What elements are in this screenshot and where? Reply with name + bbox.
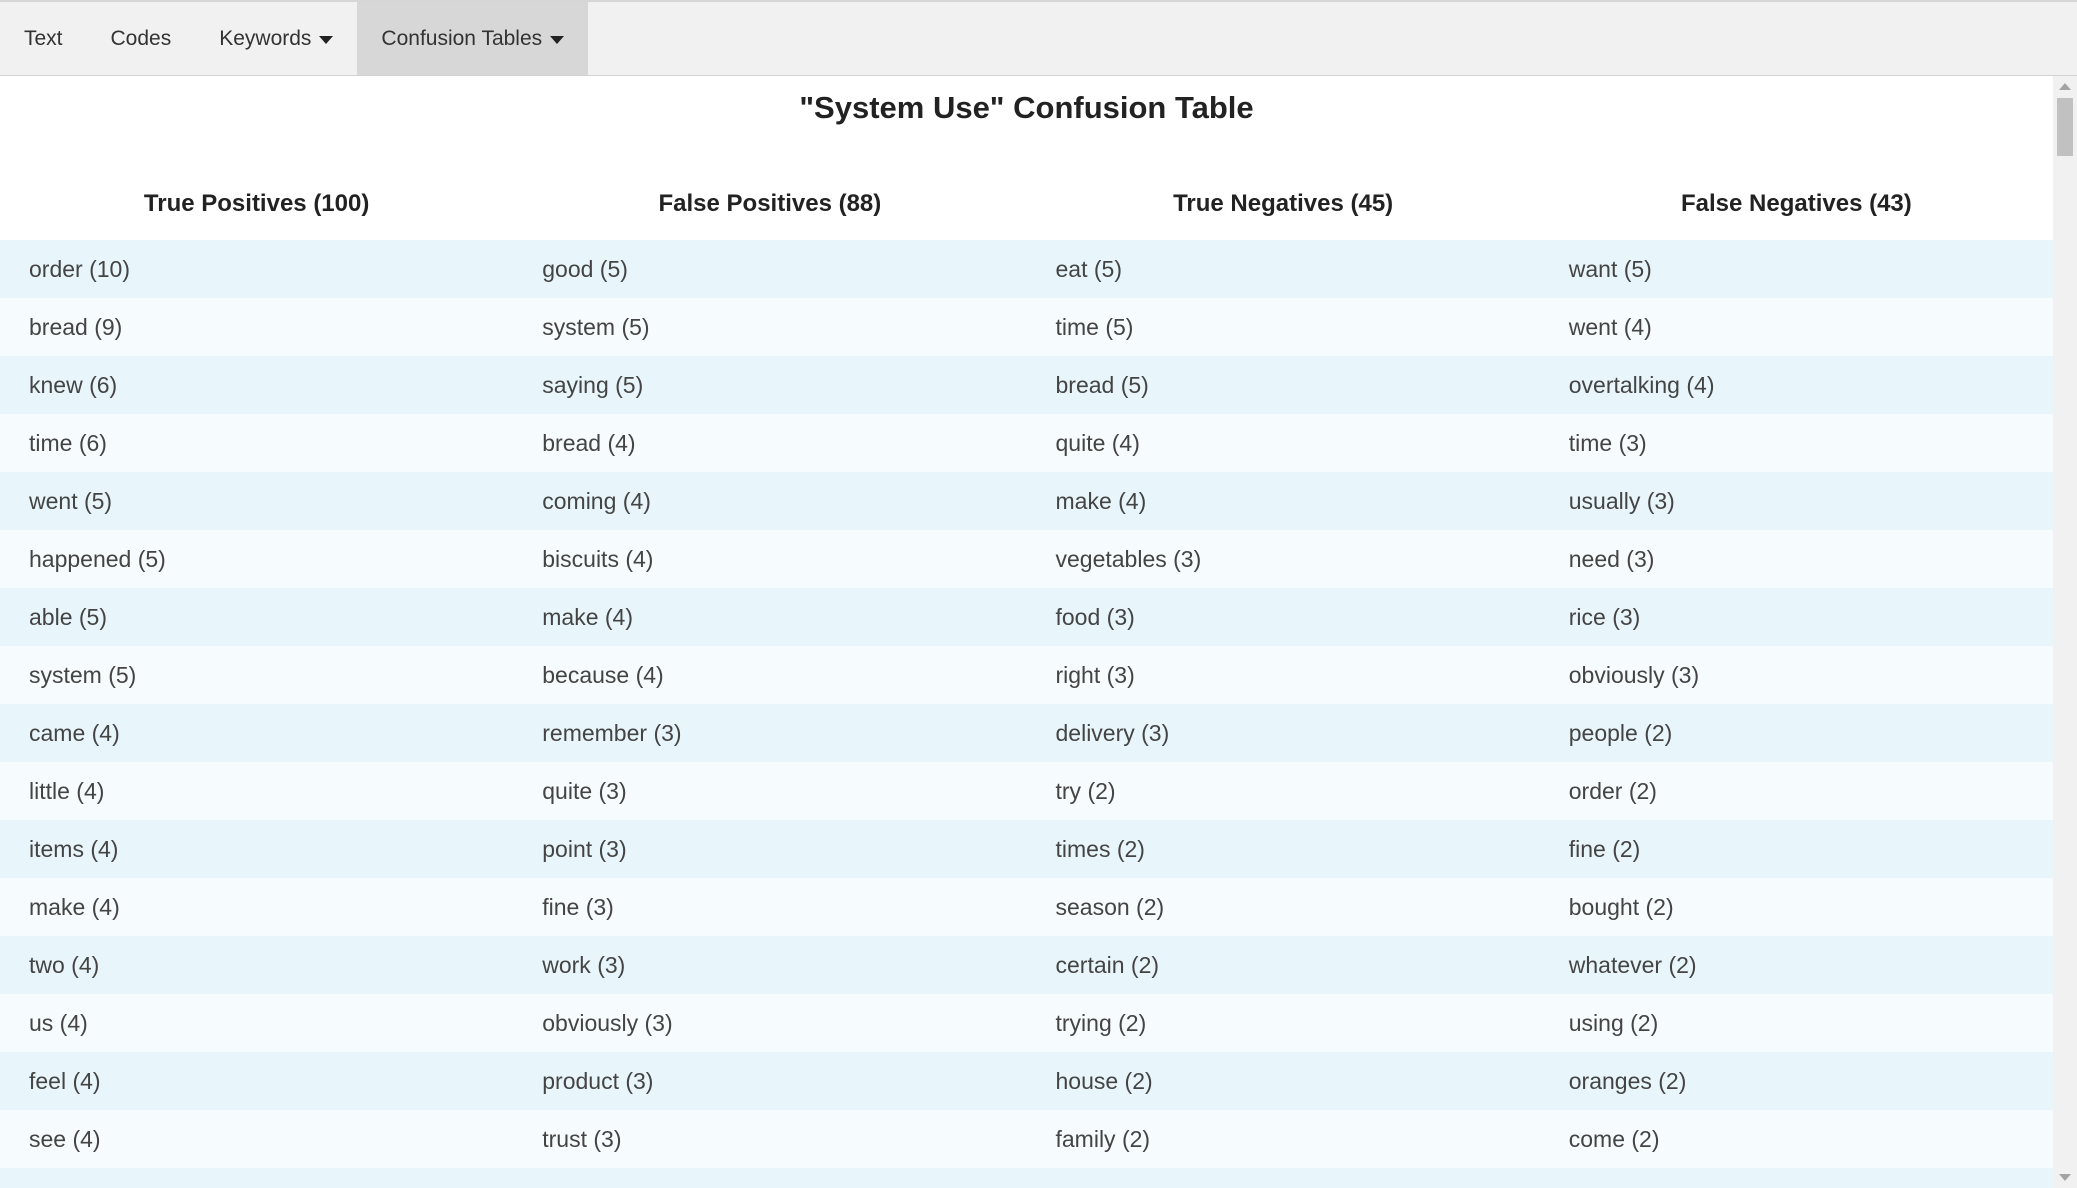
nav-tab-text[interactable]: Text — [0, 2, 87, 75]
table-cell: saying (5) — [513, 356, 1027, 414]
caret-down-icon — [319, 35, 334, 44]
page-title: "System Use" Confusion Table — [799, 90, 1254, 125]
scroll-down-arrow-icon[interactable] — [2059, 1174, 2071, 1181]
table-cell: right (3) — [1026, 646, 1540, 704]
table-cell: eat (3) — [513, 1168, 1027, 1188]
table-cell: knew (6) — [0, 356, 514, 414]
scroll-up-arrow-icon[interactable] — [2059, 83, 2071, 90]
table-cell: order (10) — [0, 240, 514, 298]
table-cell: work (3) — [513, 936, 1027, 994]
table-cell: happened (5) — [0, 530, 514, 588]
column-true-negatives: True Negatives (45) eat (5) time (5) bread… — [1026, 168, 1540, 1188]
table-cell: make (4) — [0, 878, 514, 936]
table-cell: make (4) — [513, 588, 1027, 646]
nav-dropdown-confusion-tables-label: Confusion Tables — [381, 26, 543, 50]
caret-down-icon — [550, 35, 565, 44]
table-cell: quite (4) — [1026, 414, 1540, 472]
table-cell: coming (4) — [513, 472, 1027, 530]
column-header-false-negatives: False Negatives (43) — [1680, 190, 1912, 217]
table-cell: family (2) — [1026, 1110, 1540, 1168]
table-cell: two (4) — [0, 936, 514, 994]
table-cell: season (2) — [1026, 878, 1540, 936]
table-cell: people (2) — [1539, 704, 2053, 762]
column-header-true-negatives: True Negatives (45) — [1173, 190, 1394, 217]
table-cell: need (3) — [1539, 530, 2053, 588]
table-cell: using (2) — [1539, 994, 2053, 1052]
table-cell: bread (9) — [0, 298, 514, 356]
table-cell: items (4) — [0, 820, 514, 878]
nav-tab-codes-label: Codes — [110, 26, 172, 50]
table-cell: rice (3) — [1539, 588, 2053, 646]
nav-tab-text-label: Text — [24, 26, 63, 50]
table-cell: say (2) — [1539, 1168, 2053, 1188]
table-cell: fine (2) — [1539, 820, 2053, 878]
table-cell: fine (3) — [513, 878, 1027, 936]
table-cell: went (5) — [0, 472, 514, 530]
table-cell: try (2) — [1026, 762, 1540, 820]
table-cell: obviously (3) — [513, 994, 1027, 1052]
table-cell: good (5) — [513, 240, 1027, 298]
table-cell: eat (5) — [1026, 240, 1540, 298]
table-cell: delivery (3) — [1026, 704, 1540, 762]
table-cell: us (4) — [0, 994, 514, 1052]
table-cell: time (6) — [0, 414, 514, 472]
table-cell: went (4) — [1539, 298, 2053, 356]
table-cell: work (4) — [0, 1168, 514, 1188]
table-cell: certain (2) — [1026, 936, 1540, 994]
table-cell: lot (2) — [1026, 1168, 1540, 1188]
table-cell: because (4) — [513, 646, 1027, 704]
table-cell: point (3) — [513, 820, 1027, 878]
main-content: "System Use" Confusion Table True Positi… — [0, 76, 2053, 1188]
table-cell: vegetables (3) — [1026, 530, 1540, 588]
table-cell: order (2) — [1539, 762, 2053, 820]
app-window: Text Codes Keywords Confusion Tables "Sy… — [0, 0, 2077, 1188]
table-cell: trust (3) — [513, 1110, 1027, 1168]
nav-dropdown-keywords[interactable]: Keywords — [195, 2, 357, 75]
table-cell: times (2) — [1026, 820, 1540, 878]
table-cell: come (2) — [1539, 1110, 2053, 1168]
nav-tab-codes[interactable]: Codes — [87, 2, 196, 75]
table-cell: overtalking (4) — [1539, 356, 2053, 414]
table-cell: came (4) — [0, 704, 514, 762]
top-nav-bar: Text Codes Keywords Confusion Tables — [0, 0, 2077, 76]
table-cell: time (3) — [1539, 414, 2053, 472]
table-cell: little (4) — [0, 762, 514, 820]
table-cell: time (5) — [1026, 298, 1540, 356]
column-header-false-positives: False Positives (88) — [658, 190, 882, 217]
table-cell: system (5) — [0, 646, 514, 704]
table-cell: food (3) — [1026, 588, 1540, 646]
table-cell: bought (2) — [1539, 878, 2053, 936]
column-header-true-positives: True Positives (100) — [143, 190, 370, 217]
table-cell: bread (5) — [1026, 356, 1540, 414]
table-cell: whatever (2) — [1539, 936, 2053, 994]
table-cell: want (5) — [1539, 240, 2053, 298]
table-cell: bread (4) — [513, 414, 1027, 472]
table-cell: biscuits (4) — [513, 530, 1027, 588]
table-cell: product (3) — [513, 1052, 1027, 1110]
table-cell: see (4) — [0, 1110, 514, 1168]
table-cell: obviously (3) — [1539, 646, 2053, 704]
vertical-scrollbar[interactable] — [2053, 76, 2077, 1188]
scrollbar-thumb[interactable] — [2057, 98, 2073, 156]
table-cell: system (5) — [513, 298, 1027, 356]
column-false-positives: False Positives (88) good (5) system (5) s… — [513, 168, 1027, 1188]
table-cell: quite (3) — [513, 762, 1027, 820]
table-cell: usually (3) — [1539, 472, 2053, 530]
column-false-negatives: False Negatives (43) want (5) went (4) ove… — [1539, 168, 2053, 1188]
table-cell: feel (4) — [0, 1052, 514, 1110]
table-cell: make (4) — [1026, 472, 1540, 530]
nav-dropdown-keywords-label: Keywords — [219, 26, 312, 50]
column-true-positives: True Positives (100) order (10) bread (9)… — [0, 168, 514, 1188]
confusion-table: True Positives (100) order (10) bread (9)… — [0, 168, 2053, 1188]
table-cell: oranges (2) — [1539, 1052, 2053, 1110]
table-cell: house (2) — [1026, 1052, 1540, 1110]
table-cell: remember (3) — [513, 704, 1027, 762]
table-cell: able (5) — [0, 588, 514, 646]
nav-dropdown-confusion-tables[interactable]: Confusion Tables — [357, 2, 589, 75]
table-cell: trying (2) — [1026, 994, 1540, 1052]
